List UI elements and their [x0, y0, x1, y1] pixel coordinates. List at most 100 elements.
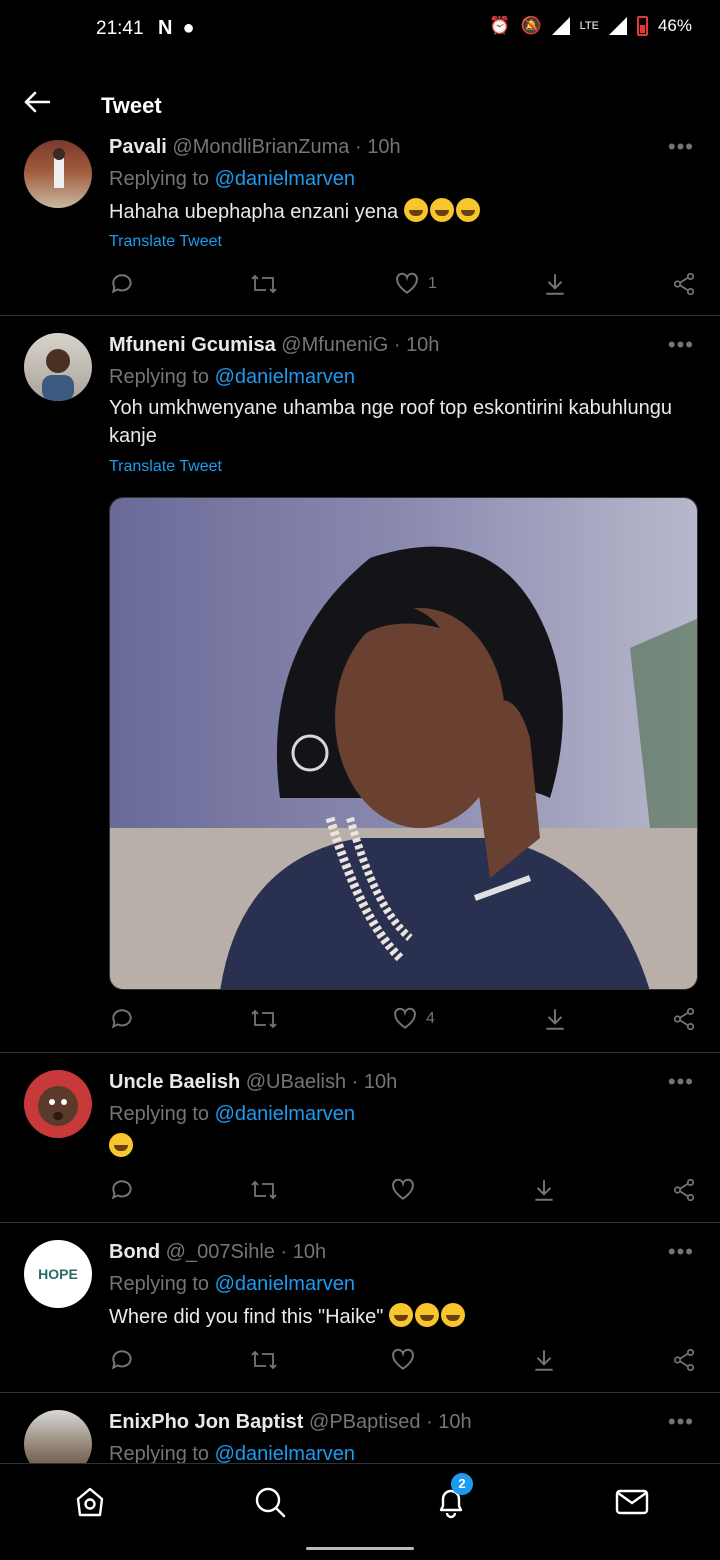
tweet-text: Where did you find this "Haike" [109, 1303, 699, 1331]
more-options-icon[interactable]: ••• [668, 332, 694, 358]
battery-icon [636, 16, 648, 36]
status-notification-icons: N ● [158, 17, 195, 40]
replying-label: Replying to [109, 1273, 210, 1295]
handle[interactable]: @UBaelish [246, 1071, 346, 1093]
mention-link[interactable]: @danielmarven [215, 366, 355, 388]
handle[interactable]: @MondliBrianZuma [172, 136, 349, 158]
gesture-bar[interactable] [306, 1547, 414, 1550]
timestamp[interactable]: 10h [293, 1241, 326, 1263]
like-button[interactable]: 1 [394, 271, 437, 297]
display-name[interactable]: Mfuneni Gcumisa [109, 334, 276, 356]
like-button[interactable]: 4 [392, 1006, 435, 1032]
home-tab[interactable] [70, 1482, 110, 1522]
save-button[interactable] [531, 1177, 557, 1203]
retweet-button[interactable] [249, 1006, 279, 1032]
tweet-item[interactable]: Pavali @MondliBrianZuma · 10h ••• Replyi… [0, 136, 720, 316]
tweet-item[interactable]: Mfuneni Gcumisa @MfuneniG · 10h ••• Repl… [0, 316, 720, 1053]
retweet-icon [251, 1350, 277, 1370]
translate-link[interactable]: Translate Tweet [109, 233, 222, 251]
reply-icon [111, 274, 132, 294]
timestamp[interactable]: 10h [367, 136, 400, 158]
heart-icon [392, 1348, 414, 1370]
share-button[interactable] [671, 1177, 697, 1203]
back-arrow-icon[interactable] [24, 90, 51, 118]
download-icon [535, 1180, 553, 1201]
replying-to: Replying to @danielmarven [109, 1273, 355, 1296]
search-tab[interactable] [250, 1482, 290, 1522]
like-button[interactable] [390, 1177, 416, 1203]
share-button[interactable] [671, 271, 697, 297]
reply-icon [111, 1180, 132, 1200]
mention-link[interactable]: @danielmarven [215, 168, 355, 190]
separator: · [354, 136, 368, 158]
rofl-emoji-icon [414, 1303, 439, 1327]
avatar[interactable] [24, 140, 92, 208]
display-name[interactable]: Pavali [109, 136, 167, 158]
reply-feed[interactable]: Pavali @MondliBrianZuma · 10h ••• Replyi… [0, 136, 720, 1463]
search-icon [255, 1487, 286, 1518]
display-name[interactable]: EnixPho Jon Baptist [109, 1411, 303, 1433]
avatar[interactable] [24, 1070, 92, 1138]
retweet-button[interactable] [249, 1177, 279, 1203]
handle[interactable]: @PBaptised [309, 1411, 420, 1433]
share-button[interactable] [671, 1006, 697, 1032]
reply-button[interactable] [109, 1177, 135, 1203]
tweet-item[interactable]: HOPE Bond @_007Sihle · 10h ••• Replying … [0, 1223, 720, 1393]
avatar[interactable] [24, 333, 92, 401]
retweet-button[interactable] [249, 1347, 279, 1373]
mention-link[interactable]: @danielmarven [215, 1103, 355, 1125]
like-button[interactable] [390, 1347, 416, 1373]
network-label: LTE [579, 20, 599, 32]
exploding-head-emoji-icon [109, 1133, 133, 1157]
laughing-emoji-icon [429, 198, 454, 222]
reply-button[interactable] [109, 1347, 135, 1373]
more-options-icon[interactable]: ••• [668, 1239, 694, 1265]
replying-label: Replying to [109, 366, 210, 388]
translate-link[interactable]: Translate Tweet [109, 458, 222, 476]
timestamp[interactable]: 10h [438, 1411, 471, 1433]
avatar[interactable] [24, 1410, 92, 1463]
reply-icon [111, 1009, 132, 1029]
save-button[interactable] [531, 1347, 557, 1373]
display-name[interactable]: Uncle Baelish [109, 1071, 240, 1093]
display-name[interactable]: Bond [109, 1241, 160, 1263]
avatar[interactable]: HOPE [24, 1240, 92, 1308]
replying-to: Replying to @danielmarven [109, 1103, 355, 1126]
more-options-icon[interactable]: ••• [668, 1069, 694, 1095]
share-icon [673, 1178, 695, 1202]
retweet-button[interactable] [249, 271, 279, 297]
handle[interactable]: @_007Sihle [166, 1241, 275, 1263]
retweet-icon [251, 1180, 277, 1200]
alarm-icon: ⏰ [489, 16, 511, 35]
share-button[interactable] [671, 1347, 697, 1373]
share-icon [673, 272, 695, 296]
tweet-item[interactable]: EnixPho Jon Baptist @PBaptised · 10h •••… [0, 1393, 720, 1463]
tweet-item[interactable]: Uncle Baelish @UBaelish · 10h ••• Replyi… [0, 1053, 720, 1223]
timestamp[interactable]: 10h [406, 334, 439, 356]
timestamp[interactable]: 10h [364, 1071, 397, 1093]
mention-link[interactable]: @danielmarven [215, 1273, 355, 1295]
netflix-icon: N [158, 17, 173, 39]
tweet-header: Uncle Baelish @UBaelish · 10h [109, 1071, 397, 1094]
mention-link[interactable]: @danielmarven [215, 1443, 355, 1463]
save-button[interactable] [542, 1006, 568, 1032]
notification-badge: 2 [451, 1473, 473, 1495]
more-options-icon[interactable]: ••• [668, 136, 694, 160]
tweet-text-content: Hahaha ubephapha enzani yena [109, 201, 399, 223]
signal-icon [551, 17, 570, 35]
more-options-icon[interactable]: ••• [668, 1409, 694, 1435]
signal-icon-2 [608, 17, 627, 35]
like-count: 1 [428, 275, 437, 292]
tweet-text: Hahaha ubephapha enzani yena [109, 198, 699, 226]
messages-tab[interactable] [612, 1482, 652, 1522]
reply-button[interactable] [109, 1006, 135, 1032]
reply-button[interactable] [109, 271, 135, 297]
save-button[interactable] [542, 271, 568, 297]
share-icon [673, 1007, 695, 1031]
tweet-image[interactable] [109, 497, 698, 990]
tweet-actions: 1 [109, 271, 699, 301]
handle[interactable]: @MfuneniG [281, 334, 388, 356]
download-icon [546, 274, 564, 295]
laughing-emoji-icon [455, 198, 480, 222]
replying-label: Replying to [109, 1443, 210, 1463]
